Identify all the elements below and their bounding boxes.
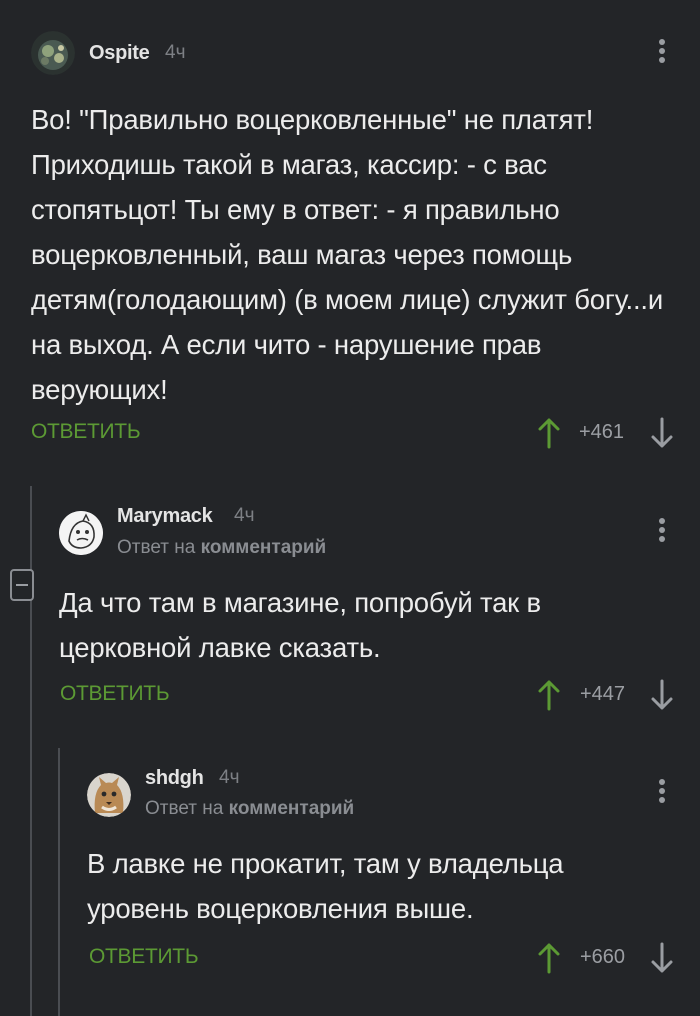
avatar[interactable] <box>59 511 103 555</box>
comment-text: Во! "Правильно воцерковленные" не платят… <box>31 104 663 405</box>
thread-line-level-1 <box>30 486 32 1016</box>
reply-to-prefix: Ответ на <box>117 537 196 558</box>
comment-score: +660 <box>580 946 626 968</box>
reply-to-prefix: Ответ на <box>145 798 224 819</box>
reply-to-label[interactable]: Ответ на комментарий <box>117 537 326 559</box>
comment-score: +447 <box>580 683 626 705</box>
thread-line-level-2 <box>58 748 60 1016</box>
kebab-menu-icon[interactable] <box>657 779 667 809</box>
comment-text: В лавке не прокатит, там у владельца уро… <box>87 848 564 924</box>
reply-button[interactable]: ОТВЕТИТЬ <box>89 945 199 969</box>
avatar-image <box>87 773 131 817</box>
reply-to-target[interactable]: комментарий <box>229 798 355 819</box>
comment-username[interactable]: Marymack <box>117 505 213 528</box>
avatar-image <box>31 31 75 75</box>
comment-username[interactable]: Ospite <box>89 42 150 65</box>
reply-to-label[interactable]: Ответ на комментарий <box>145 798 354 820</box>
reply-button[interactable]: ОТВЕТИТЬ <box>60 682 170 706</box>
arrow-down-icon[interactable] <box>650 942 674 974</box>
avatar[interactable] <box>31 31 75 75</box>
kebab-menu-icon[interactable] <box>657 518 667 548</box>
comment-username[interactable]: shdgh <box>145 767 204 790</box>
comment-text: Да что там в магазине, попробуй так в це… <box>59 587 541 663</box>
arrow-down-icon[interactable] <box>650 679 674 711</box>
kebab-menu-icon[interactable] <box>657 39 667 69</box>
arrow-up-icon[interactable] <box>537 679 561 711</box>
avatar[interactable] <box>87 773 131 817</box>
comment-time: 4ч <box>219 767 240 788</box>
arrow-down-icon[interactable] <box>650 417 674 449</box>
arrow-up-icon[interactable] <box>537 417 561 449</box>
avatar-image <box>59 511 103 555</box>
comment-score: +461 <box>579 421 625 443</box>
comment-time: 4ч <box>165 42 186 63</box>
reply-to-target[interactable]: комментарий <box>201 537 327 558</box>
comment-time: 4ч <box>234 505 255 526</box>
collapse-thread-button[interactable] <box>10 569 34 601</box>
comments-page: Ospite 4ч Во! "Правильно воцерковленные"… <box>0 0 700 1016</box>
reply-button[interactable]: ОТВЕТИТЬ <box>31 420 141 444</box>
arrow-up-icon[interactable] <box>537 942 561 974</box>
